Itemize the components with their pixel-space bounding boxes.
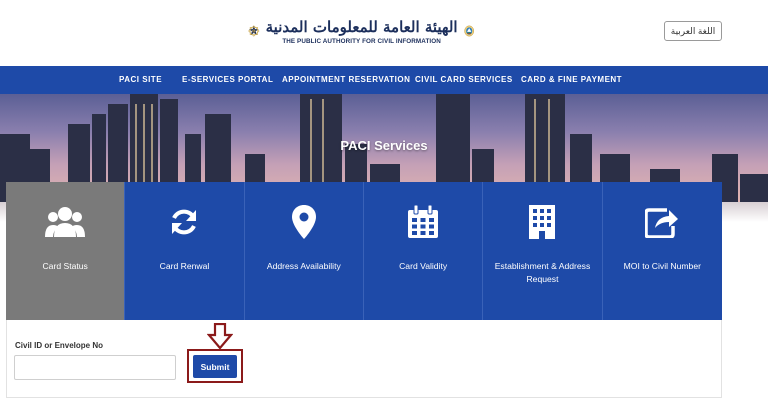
kuwait-crest-icon <box>463 25 474 37</box>
paci-logo[interactable]: الهيئة العامة للمعلومات المدنية THE PUBL… <box>248 8 474 54</box>
arrow-down-icon <box>207 323 233 349</box>
submit-button[interactable]: Submit <box>193 355 237 378</box>
service-card-card-renewal[interactable]: Card Renwal <box>125 182 245 320</box>
service-card-label: Address Availability <box>266 261 341 271</box>
civil-id-label: Civil ID or Envelope No <box>15 341 104 350</box>
logo-arabic-text: الهيئة العامة للمعلومات المدنية <box>265 17 458 36</box>
main-navigation: PACI SITE E-SERVICES PORTAL APPOINTMENT … <box>0 66 768 94</box>
refresh-icon <box>172 209 197 235</box>
site-header: الهيئة العامة للمعلومات المدنية THE PUBL… <box>0 0 768 66</box>
building-icon <box>529 205 556 239</box>
service-card-label: MOI to Civil Number <box>623 261 701 271</box>
service-card-card-validity[interactable]: Card Validity <box>363 182 484 320</box>
map-pin-icon <box>291 205 316 239</box>
logo-english-text: THE PUBLIC AUTHORITY FOR CIVIL INFORMATI… <box>282 37 441 45</box>
share-icon <box>645 208 679 238</box>
arabic-language-button[interactable]: اللغة العربية <box>664 21 722 41</box>
service-card-label: Card Renwal <box>159 261 210 271</box>
nav-item-appointment-reservation[interactable]: APPOINTMENT RESERVATION <box>282 66 410 94</box>
service-card-moi-to-civil-number[interactable]: MOI to Civil Number <box>602 182 722 320</box>
service-card-label: Establishment & Address Request <box>494 261 591 284</box>
service-card-address-availability[interactable]: Address Availability <box>244 182 364 320</box>
nav-item-civil-card-services[interactable]: CIVIL CARD SERVICES <box>415 66 513 94</box>
nav-item-e-services-portal[interactable]: E-SERVICES PORTAL <box>182 66 273 94</box>
service-card-establishment-address-request[interactable]: Establishment & Address Request <box>483 182 603 320</box>
service-cards: Card Status Card Renwal Address Availabi… <box>6 182 722 320</box>
hero-title: PACI Services <box>340 138 428 153</box>
service-card-label: Card Status <box>42 261 88 271</box>
calendar-icon <box>408 205 439 238</box>
civil-id-input[interactable] <box>14 355 176 380</box>
service-card-label: Card Validity <box>399 261 448 271</box>
paci-emblem-icon <box>248 25 260 37</box>
nav-item-paci-site[interactable]: PACI SITE <box>119 66 162 94</box>
nav-item-card-fine-payment[interactable]: CARD & FINE PAYMENT <box>521 66 622 94</box>
service-card-card-status[interactable]: Card Status <box>6 182 126 320</box>
users-icon <box>45 207 86 237</box>
